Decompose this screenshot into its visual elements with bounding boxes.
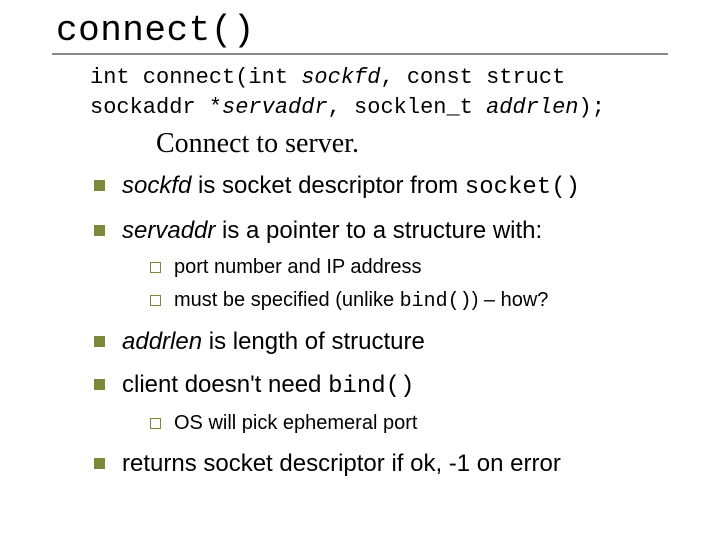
arg-name: servaddr [122, 217, 215, 244]
bullet-text: is socket descriptor from [191, 172, 464, 199]
slide-title: connect() [52, 10, 668, 55]
sub-text: ) – how? [472, 289, 549, 311]
bullet-text: client doesn't need [122, 371, 328, 398]
bullet-return: returns socket descriptor if ok, -1 on e… [94, 448, 668, 480]
bullet-list: sockfd is socket descriptor from socket(… [94, 170, 668, 480]
sub-bullet: must be specified (unlike bind()) – how? [150, 286, 668, 316]
code-socket: socket() [465, 174, 580, 201]
sig-arg-addrlen: addrlen [486, 95, 578, 120]
subtitle: Connect to server. [156, 128, 668, 160]
bullet-text: is a pointer to a structure with: [215, 217, 542, 244]
sub-text: must be specified (unlike [174, 289, 400, 311]
sig-text: , socklen_t [328, 95, 486, 120]
sublist: port number and IP address must be speci… [150, 253, 668, 316]
sub-bullet: port number and IP address [150, 253, 668, 282]
sub-bullet: OS will pick ephemeral port [150, 409, 668, 438]
code-bind: bind() [400, 290, 472, 313]
code-bind: bind() [328, 373, 414, 400]
sublist: OS will pick ephemeral port [150, 409, 668, 438]
sig-text: int connect(int [90, 65, 301, 90]
sig-arg-servaddr: servaddr [222, 95, 328, 120]
sig-arg-sockfd: sockfd [301, 65, 380, 90]
function-signature: int connect(int sockfd, const struct soc… [90, 63, 668, 122]
bullet-sockfd: sockfd is socket descriptor from socket(… [94, 170, 668, 204]
bullet-servaddr: servaddr is a pointer to a structure wit… [94, 215, 668, 316]
arg-name: addrlen [122, 328, 202, 355]
arg-name: sockfd [122, 172, 191, 199]
sig-text: ); [579, 95, 605, 120]
bullet-client-bind: client doesn't need bind() OS will pick … [94, 369, 668, 438]
bullet-text: is length of structure [202, 328, 425, 355]
slide: connect() int connect(int sockfd, const … [0, 0, 720, 540]
bullet-addrlen: addrlen is length of structure [94, 326, 668, 358]
